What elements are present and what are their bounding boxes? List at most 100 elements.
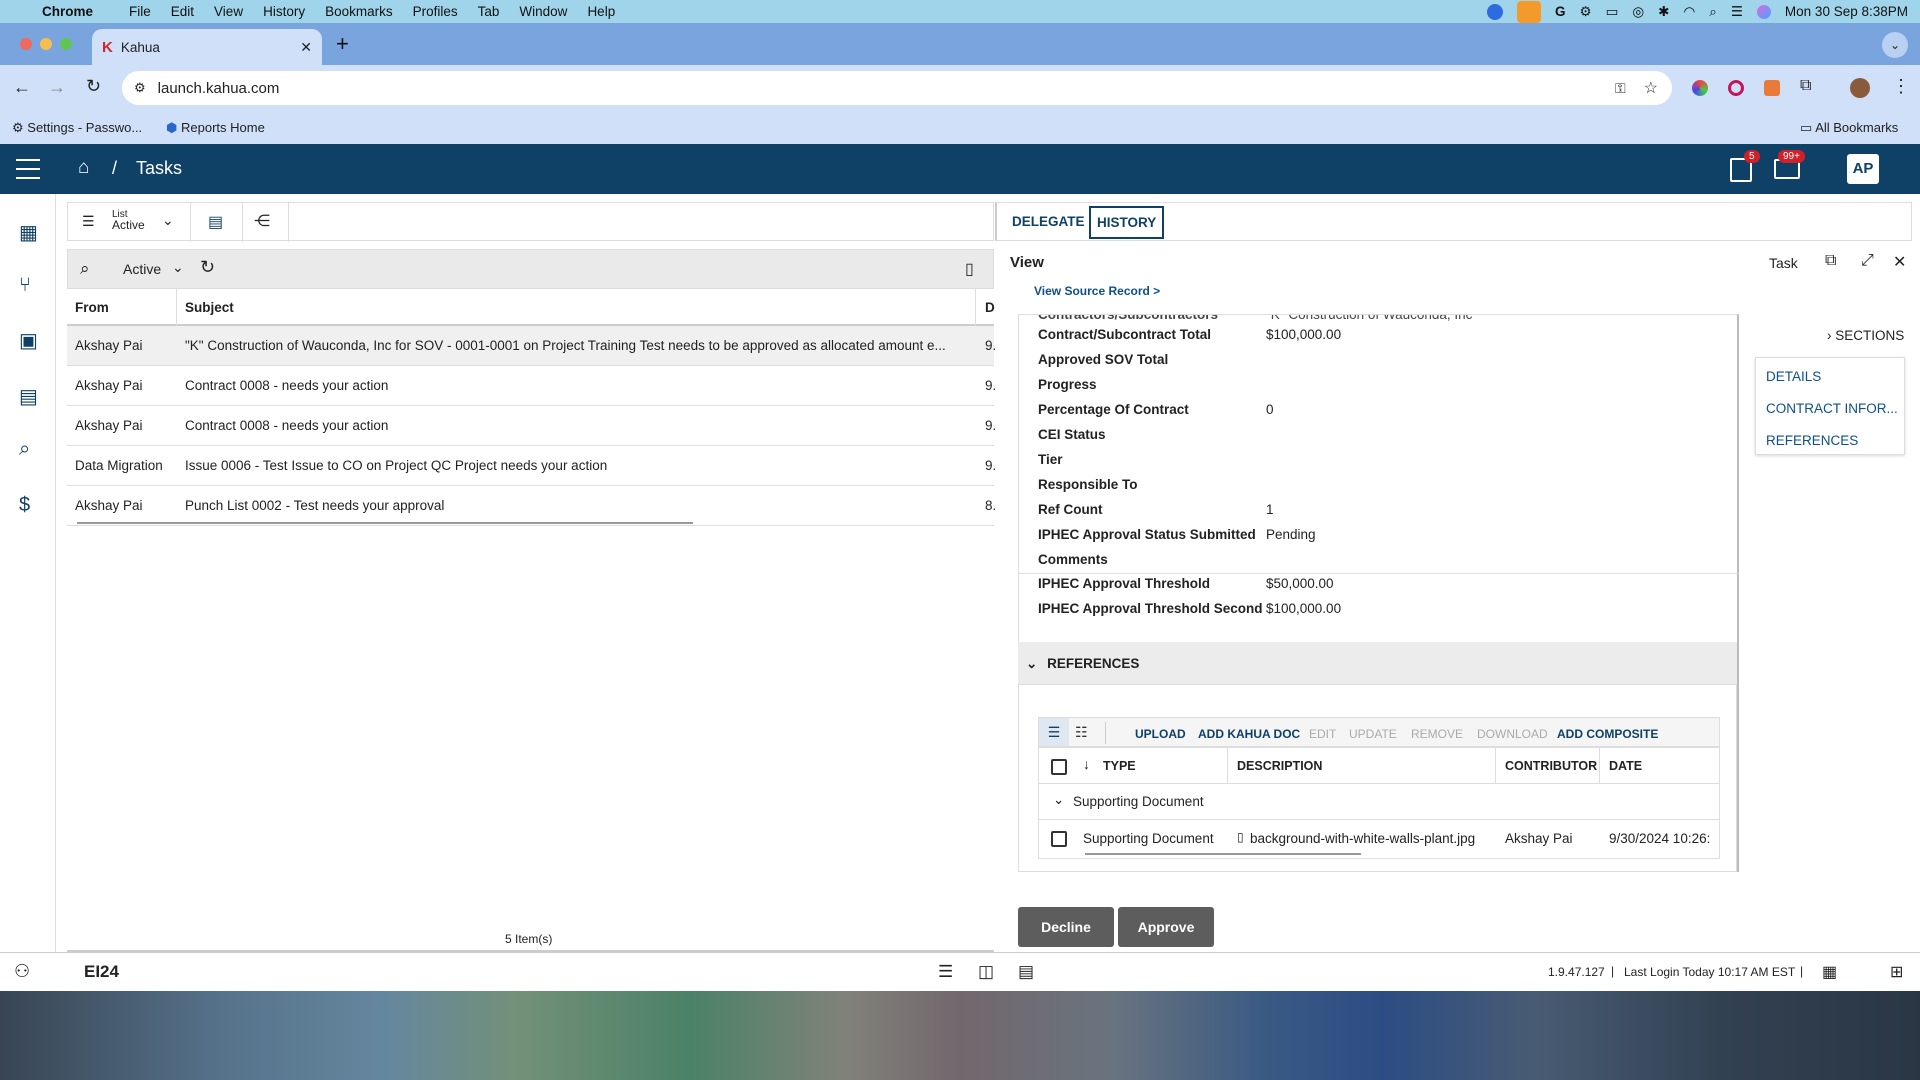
all-bookmarks[interactable]: ▭ All Bookmarks — [1800, 120, 1898, 136]
menu-edit[interactable]: Edit — [171, 4, 194, 19]
table-row[interactable]: Akshay Pai Punch List 0002 - Test needs … — [67, 486, 996, 526]
download-button[interactable]: DOWNLOAD — [1477, 727, 1548, 741]
table-row[interactable]: Akshay Pai Contract 0008 - needs your ac… — [67, 406, 996, 446]
share-icon[interactable]: ⋲ — [254, 211, 270, 231]
group-chevron-icon[interactable]: ⌄ — [1053, 792, 1064, 808]
reload-icon[interactable]: ↻ — [86, 76, 101, 97]
col-contributor[interactable]: CONTRIBUTOR — [1505, 759, 1597, 773]
user-avatar[interactable]: AP — [1847, 154, 1879, 184]
export-icon[interactable]: ▯ — [965, 259, 974, 279]
grammarly-icon[interactable]: G — [1555, 4, 1566, 19]
refresh-icon[interactable]: ↻ — [200, 257, 215, 278]
sort-down-icon[interactable]: ↓ — [1083, 756, 1090, 772]
control-center-icon[interactable]: ☰ — [1731, 4, 1743, 20]
window-close-button[interactable] — [20, 38, 32, 50]
add-composite-button[interactable]: ADD COMPOSITE — [1557, 727, 1658, 741]
table-row[interactable]: Akshay Pai "K" Construction of Wauconda,… — [67, 326, 996, 366]
airdrop-icon[interactable]: ◎ — [1632, 4, 1644, 20]
ref-group-row[interactable]: ⌄ Supporting Document — [1039, 784, 1719, 820]
expand-icon[interactable]: ⤢ — [1861, 252, 1874, 270]
add-user-icon[interactable]: ⚇ — [14, 961, 30, 982]
section-link-contract-info[interactable]: CONTRACT INFOR... — [1766, 401, 1898, 416]
menu-help[interactable]: Help — [587, 4, 615, 19]
menu-app-name[interactable]: Chrome — [42, 4, 93, 19]
col-subject[interactable]: Subject — [185, 300, 234, 315]
extension-icon-3[interactable] — [1764, 80, 1780, 96]
menu-tab[interactable]: Tab — [478, 4, 500, 19]
copy-icon[interactable]: ⧉ — [1825, 252, 1836, 270]
menu-file[interactable]: File — [129, 4, 151, 19]
address-bar-url[interactable]: launch.kahua.com — [158, 80, 280, 97]
windows-icon[interactable]: ⊞ — [1890, 962, 1903, 982]
calendar-footer-icon[interactable]: ▦ — [1822, 962, 1837, 982]
menu-view[interactable]: View — [214, 4, 243, 19]
list-layout-icon[interactable]: ☰ — [938, 962, 953, 982]
tab-delegate[interactable]: DELEGATE — [1012, 214, 1085, 229]
grid-view-icon[interactable]: ▤ — [208, 212, 223, 232]
update-button[interactable]: UPDATE — [1349, 727, 1397, 741]
forward-icon[interactable]: → — [48, 77, 66, 98]
edit-button[interactable]: EDIT — [1309, 727, 1336, 741]
dashboard-icon[interactable]: ▣ — [19, 328, 38, 353]
hamburger-menu-icon[interactable] — [16, 159, 40, 179]
list-mode-icon[interactable]: ☰ — [1039, 718, 1069, 746]
bookmark-reports-home[interactable]: ⬢ Reports Home — [166, 120, 265, 136]
siri-icon[interactable] — [1756, 4, 1771, 19]
table-row[interactable]: Akshay Pai Contract 0008 - needs your ac… — [67, 366, 996, 406]
cost-icon[interactable]: $ — [19, 494, 30, 517]
ref-horizontal-scrollbar[interactable] — [1085, 853, 1361, 855]
window-minimize-button[interactable] — [40, 38, 52, 50]
bookmark-star-icon[interactable]: ☆ — [1644, 78, 1658, 98]
sections-toggle[interactable]: › SECTIONS — [1827, 328, 1904, 343]
zoom-icon[interactable] — [1486, 3, 1503, 20]
chrome-menu-icon[interactable]: ⋮ — [1892, 76, 1910, 97]
menu-window[interactable]: Window — [519, 4, 567, 19]
bluetooth-icon[interactable]: ✱ — [1658, 4, 1669, 20]
split-layout-icon[interactable]: ◫ — [978, 962, 994, 982]
status-icon-a[interactable]: ⚙ — [1580, 4, 1592, 20]
references-header[interactable]: ⌄ REFERENCES — [1026, 656, 1139, 672]
search-icon[interactable]: ⌕ — [80, 259, 90, 279]
row-checkbox[interactable] — [1051, 831, 1067, 847]
apps-grid-icon[interactable]: ▦ — [19, 220, 38, 245]
home-icon[interactable]: ⌂ — [78, 157, 89, 179]
wifi-icon[interactable]: ◠ — [1683, 4, 1695, 20]
table-row[interactable]: Data Migration Issue 0006 - Test Issue t… — [67, 446, 996, 486]
add-kahua-doc-button[interactable]: ADD KAHUA DOC — [1198, 727, 1300, 741]
section-link-references[interactable]: REFERENCES — [1766, 433, 1858, 448]
list-view-selector[interactable]: List Active — [112, 209, 145, 231]
password-key-icon[interactable]: ⚿ — [1615, 80, 1626, 97]
filter-chevron-icon[interactable]: ⌄ — [172, 259, 184, 276]
new-tab-button[interactable]: + — [336, 31, 349, 57]
remove-button[interactable]: REMOVE — [1411, 727, 1463, 741]
horizontal-scrollbar[interactable] — [77, 522, 693, 524]
workflow-icon[interactable]: ⑂ — [19, 274, 31, 297]
approve-button[interactable]: Approve — [1118, 907, 1214, 947]
menubar-clock[interactable]: Mon 30 Sep 8:38PM — [1785, 4, 1908, 19]
detail-layout-icon[interactable]: ▤ — [1018, 962, 1034, 982]
tab-history[interactable]: HISTORY — [1089, 206, 1165, 239]
window-zoom-button[interactable] — [60, 38, 72, 50]
col-description[interactable]: DESCRIPTION — [1237, 759, 1322, 773]
col-type[interactable]: TYPE — [1103, 759, 1136, 773]
extension-icon-1[interactable] — [1692, 80, 1708, 96]
profile-avatar-icon[interactable] — [1850, 78, 1870, 98]
site-info-icon[interactable]: ⚙ — [134, 80, 146, 96]
select-all-checkbox[interactable] — [1051, 759, 1067, 775]
col-date[interactable]: DATE — [1609, 759, 1642, 773]
calendar-icon[interactable]: ▤ — [19, 384, 38, 409]
browser-tab-kahua[interactable]: K Kahua ✕ — [92, 29, 322, 65]
bookmark-settings[interactable]: ⚙ Settings - Passwo... — [12, 120, 142, 136]
close-icon[interactable]: ✕ — [1893, 252, 1906, 272]
decline-button[interactable]: Decline — [1018, 907, 1114, 947]
menu-bookmarks[interactable]: Bookmarks — [325, 4, 393, 19]
detail-mode-icon[interactable]: ☷ — [1075, 724, 1088, 741]
ref-description[interactable]: background-with-white-walls-plant.jpg — [1250, 831, 1475, 846]
menu-history[interactable]: History — [263, 4, 305, 19]
filter-select[interactable]: Active — [123, 261, 161, 277]
spotlight-icon[interactable]: ⌕ — [1709, 4, 1717, 20]
back-icon[interactable]: ← — [13, 77, 31, 98]
address-bar[interactable]: ⚙ launch.kahua.com ⚿ ☆ — [122, 71, 1672, 105]
section-link-details[interactable]: DETAILS — [1766, 369, 1821, 384]
upload-button[interactable]: UPLOAD — [1135, 727, 1186, 741]
